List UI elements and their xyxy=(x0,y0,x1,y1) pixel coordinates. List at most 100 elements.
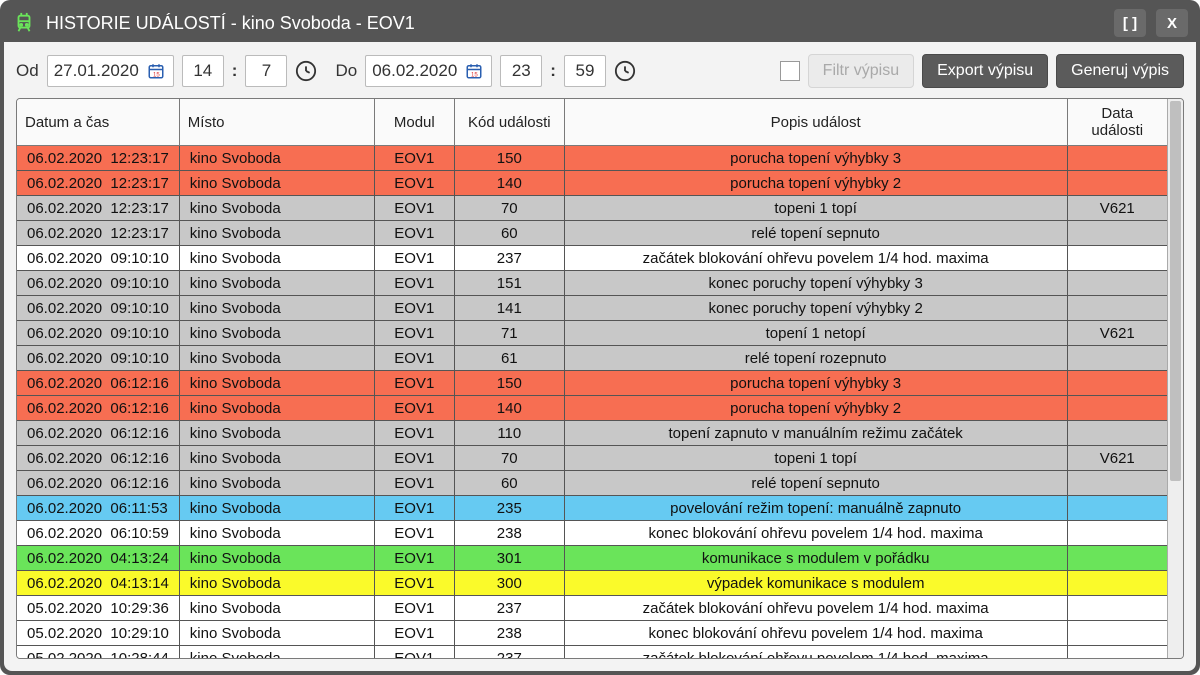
table-row[interactable]: 06.02.2020 06:10:59kino SvobodaEOV1238ko… xyxy=(17,521,1167,546)
cell-loc: kino Svoboda xyxy=(179,421,374,446)
table-row[interactable]: 06.02.2020 09:10:10kino SvobodaEOV161rel… xyxy=(17,346,1167,371)
cell-code: 140 xyxy=(454,171,564,196)
from-minute-field[interactable]: 7 xyxy=(245,55,287,87)
cell-mod: EOV1 xyxy=(374,646,454,659)
table-row[interactable]: 06.02.2020 09:10:10kino SvobodaEOV1237za… xyxy=(17,246,1167,271)
filter-bar: Od 27.01.2020 15 14 : 7 Do 06.02.2020 15… xyxy=(16,54,1184,88)
table-row[interactable]: 06.02.2020 12:23:17kino SvobodaEOV170top… xyxy=(17,196,1167,221)
export-button[interactable]: Export výpisu xyxy=(922,54,1048,88)
cell-dt: 06.02.2020 09:10:10 xyxy=(17,296,179,321)
clock-icon[interactable] xyxy=(295,60,317,82)
cell-loc: kino Svoboda xyxy=(179,571,374,596)
cell-mod: EOV1 xyxy=(374,621,454,646)
cell-dt: 06.02.2020 06:12:16 xyxy=(17,421,179,446)
cell-mod: EOV1 xyxy=(374,521,454,546)
table-row[interactable]: 06.02.2020 06:12:16kino SvobodaEOV1110to… xyxy=(17,421,1167,446)
table-row[interactable]: 06.02.2020 04:13:14kino SvobodaEOV1300vý… xyxy=(17,571,1167,596)
table-row[interactable]: 06.02.2020 04:13:24kino SvobodaEOV1301ko… xyxy=(17,546,1167,571)
from-hour-field[interactable]: 14 xyxy=(182,55,224,87)
cell-code: 141 xyxy=(454,296,564,321)
table-row[interactable]: 05.02.2020 10:29:36kino SvobodaEOV1237za… xyxy=(17,596,1167,621)
cell-mod: EOV1 xyxy=(374,446,454,471)
cell-desc: začátek blokování ohřevu povelem 1/4 hod… xyxy=(564,596,1067,621)
from-date-field[interactable]: 27.01.2020 15 xyxy=(47,55,174,87)
filter-checkbox[interactable] xyxy=(780,61,800,81)
cell-loc: kino Svoboda xyxy=(179,496,374,521)
cell-dt: 05.02.2020 10:29:36 xyxy=(17,596,179,621)
cell-code: 150 xyxy=(454,146,564,171)
events-table-scroll[interactable]: Datum a čas Místo Modul Kód události Pop… xyxy=(17,99,1167,658)
calendar-icon[interactable]: 15 xyxy=(463,60,485,82)
maximize-button[interactable]: [ ] xyxy=(1114,9,1146,37)
cell-code: 238 xyxy=(454,621,564,646)
cell-mod: EOV1 xyxy=(374,371,454,396)
col-module[interactable]: Modul xyxy=(374,99,454,146)
table-row[interactable]: 06.02.2020 06:12:16kino SvobodaEOV170top… xyxy=(17,446,1167,471)
clock-icon[interactable] xyxy=(614,60,636,82)
app-window: HISTORIE UDÁLOSTÍ - kino Svoboda - EOV1 … xyxy=(0,0,1200,675)
to-date-field[interactable]: 06.02.2020 15 xyxy=(365,55,492,87)
table-row[interactable]: 06.02.2020 06:12:16kino SvobodaEOV1150po… xyxy=(17,371,1167,396)
cell-data xyxy=(1067,346,1167,371)
cell-data: V621 xyxy=(1067,196,1167,221)
table-row[interactable]: 05.02.2020 10:28:44kino SvobodaEOV1237za… xyxy=(17,646,1167,659)
cell-dt: 06.02.2020 12:23:17 xyxy=(17,146,179,171)
table-row[interactable]: 06.02.2020 09:10:10kino SvobodaEOV171top… xyxy=(17,321,1167,346)
col-description[interactable]: Popis událost xyxy=(564,99,1067,146)
cell-data xyxy=(1067,571,1167,596)
cell-code: 110 xyxy=(454,421,564,446)
table-row[interactable]: 06.02.2020 09:10:10kino SvobodaEOV1141ko… xyxy=(17,296,1167,321)
cell-code: 237 xyxy=(454,246,564,271)
col-event-code[interactable]: Kód události xyxy=(454,99,564,146)
cell-code: 70 xyxy=(454,196,564,221)
cell-loc: kino Svoboda xyxy=(179,596,374,621)
cell-mod: EOV1 xyxy=(374,321,454,346)
cell-code: 300 xyxy=(454,571,564,596)
cell-code: 150 xyxy=(454,371,564,396)
cell-code: 235 xyxy=(454,496,564,521)
table-row[interactable]: 06.02.2020 09:10:10kino SvobodaEOV1151ko… xyxy=(17,271,1167,296)
cell-loc: kino Svoboda xyxy=(179,221,374,246)
cell-dt: 06.02.2020 04:13:24 xyxy=(17,546,179,571)
generate-button[interactable]: Generuj výpis xyxy=(1056,54,1184,88)
cell-mod: EOV1 xyxy=(374,221,454,246)
cell-data xyxy=(1067,521,1167,546)
to-label: Do xyxy=(335,61,357,81)
cell-desc: topeni 1 topí xyxy=(564,196,1067,221)
table-row[interactable]: 06.02.2020 12:23:17kino SvobodaEOV1150po… xyxy=(17,146,1167,171)
vertical-scrollbar[interactable] xyxy=(1167,99,1183,658)
cell-loc: kino Svoboda xyxy=(179,471,374,496)
col-location[interactable]: Místo xyxy=(179,99,374,146)
cell-dt: 06.02.2020 09:10:10 xyxy=(17,271,179,296)
to-hour-field[interactable]: 23 xyxy=(500,55,542,87)
cell-dt: 05.02.2020 10:29:10 xyxy=(17,621,179,646)
cell-data xyxy=(1067,246,1167,271)
cell-desc: topení 1 netopí xyxy=(564,321,1067,346)
close-button[interactable]: X xyxy=(1156,9,1188,37)
cell-dt: 06.02.2020 06:12:16 xyxy=(17,371,179,396)
time-separator: : xyxy=(550,61,556,81)
cell-loc: kino Svoboda xyxy=(179,271,374,296)
cell-loc: kino Svoboda xyxy=(179,346,374,371)
table-row[interactable]: 06.02.2020 06:11:53kino SvobodaEOV1235po… xyxy=(17,496,1167,521)
table-row[interactable]: 05.02.2020 10:29:10kino SvobodaEOV1238ko… xyxy=(17,621,1167,646)
table-row[interactable]: 06.02.2020 12:23:17kino SvobodaEOV160rel… xyxy=(17,221,1167,246)
table-row[interactable]: 06.02.2020 12:23:17kino SvobodaEOV1140po… xyxy=(17,171,1167,196)
cell-data: V621 xyxy=(1067,446,1167,471)
to-minute-field[interactable]: 59 xyxy=(564,55,606,87)
col-event-data[interactable]: Data události xyxy=(1067,99,1167,146)
cell-dt: 06.02.2020 09:10:10 xyxy=(17,246,179,271)
events-table: Datum a čas Místo Modul Kód události Pop… xyxy=(17,99,1167,658)
filter-button[interactable]: Filtr výpisu xyxy=(808,54,914,88)
col-datetime[interactable]: Datum a čas xyxy=(17,99,179,146)
calendar-icon[interactable]: 15 xyxy=(145,60,167,82)
cell-code: 60 xyxy=(454,471,564,496)
cell-desc: výpadek komunikace s modulem xyxy=(564,571,1067,596)
scrollbar-thumb[interactable] xyxy=(1170,101,1181,481)
table-row[interactable]: 06.02.2020 06:12:16kino SvobodaEOV1140po… xyxy=(17,396,1167,421)
cell-dt: 06.02.2020 06:11:53 xyxy=(17,496,179,521)
cell-desc: konec poruchy topení výhybky 2 xyxy=(564,296,1067,321)
table-row[interactable]: 06.02.2020 06:12:16kino SvobodaEOV160rel… xyxy=(17,471,1167,496)
cell-code: 140 xyxy=(454,396,564,421)
cell-loc: kino Svoboda xyxy=(179,296,374,321)
